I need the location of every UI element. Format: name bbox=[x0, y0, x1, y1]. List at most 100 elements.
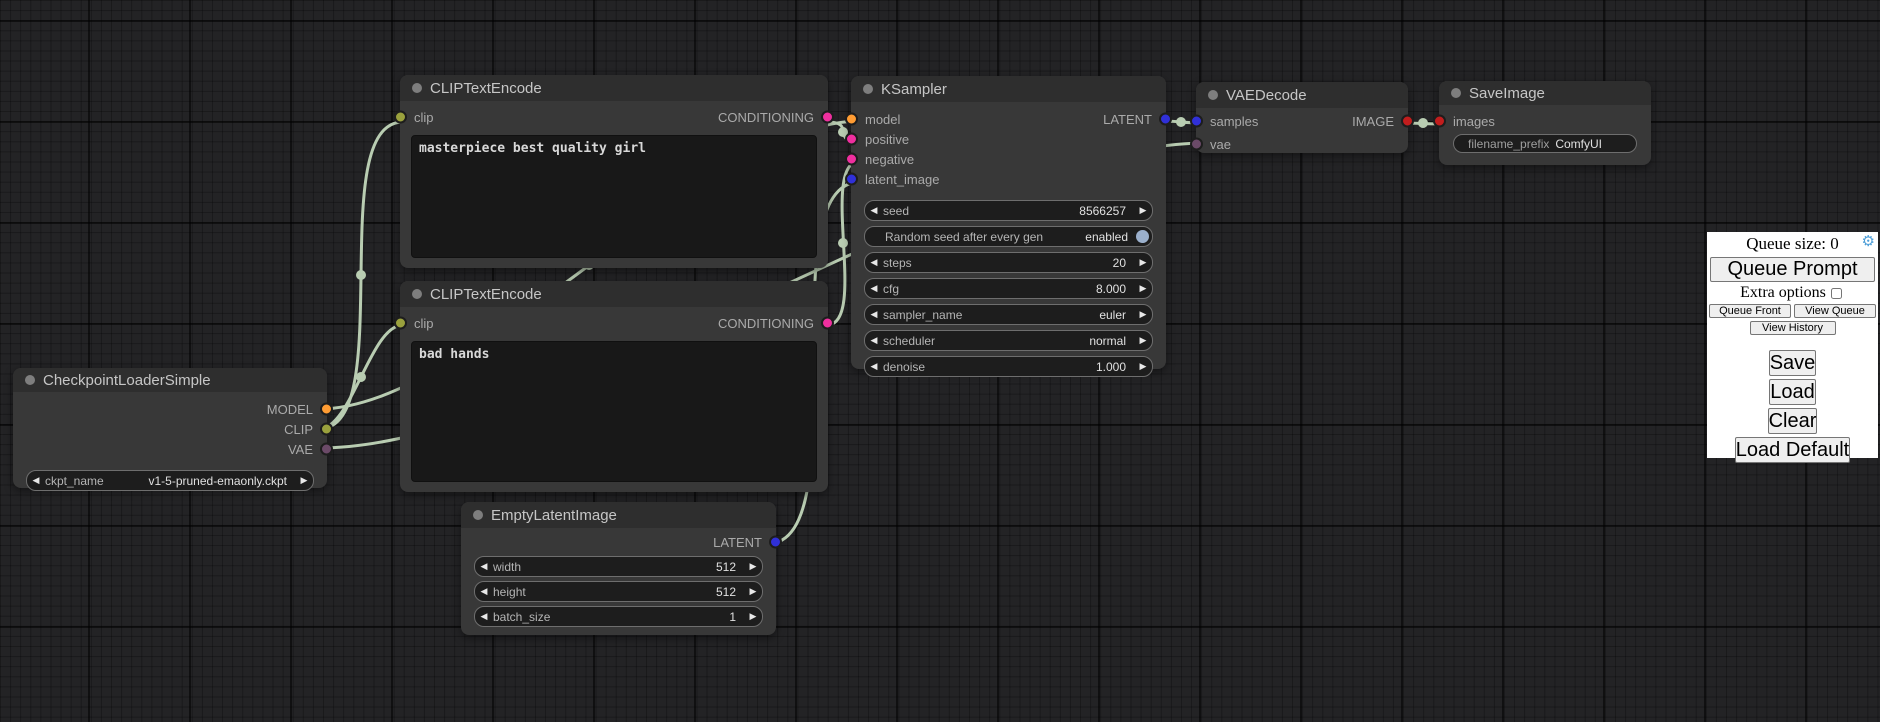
widget-label: width bbox=[493, 560, 716, 574]
node-title-bar[interactable]: SaveImage bbox=[1439, 81, 1651, 105]
input-slots: model LATENT positive negative latent_im… bbox=[851, 109, 1166, 189]
widget-label: denoise bbox=[883, 360, 1096, 374]
node-collapse-dot[interactable] bbox=[863, 84, 873, 94]
model-output-port[interactable] bbox=[320, 403, 333, 416]
node-collapse-dot[interactable] bbox=[1451, 88, 1461, 98]
queue-prompt-button[interactable]: Queue Prompt bbox=[1710, 257, 1875, 282]
increment-arrow-icon[interactable]: ▶ bbox=[1134, 284, 1152, 293]
vae-decode-node[interactable]: VAEDecode samples IMAGE vae bbox=[1196, 82, 1408, 153]
slot-row: samples IMAGE bbox=[1196, 111, 1408, 131]
slot-row: negative bbox=[851, 149, 1166, 169]
ksampler-node[interactable]: KSampler model LATENT positive negative … bbox=[851, 76, 1166, 369]
increment-arrow-icon[interactable]: ▶ bbox=[1134, 362, 1152, 371]
latent-output-port[interactable] bbox=[1159, 113, 1172, 126]
denoise-widget[interactable]: ◀ denoise 1.000 ▶ bbox=[864, 356, 1153, 377]
vae-output-port[interactable] bbox=[320, 443, 333, 456]
seed-widget[interactable]: ◀ seed 8566257 ▶ bbox=[864, 200, 1153, 221]
height-widget[interactable]: ◀ height 512 ▶ bbox=[474, 581, 763, 602]
clip-text-encode-negative-node[interactable]: CLIPTextEncode clip CONDITIONING bad han… bbox=[400, 281, 828, 492]
model-output-label: MODEL bbox=[267, 402, 313, 417]
checkpoint-loader-node[interactable]: CheckpointLoaderSimple MODEL CLIP VAE ◀ … bbox=[13, 368, 327, 488]
decrement-arrow-icon[interactable]: ◀ bbox=[865, 206, 883, 215]
settings-gear-icon[interactable]: ⚙ bbox=[1862, 235, 1875, 250]
ckpt-name-widget[interactable]: ◀ ckpt_name v1-5-pruned-emaonly.ckpt ▶ bbox=[26, 470, 314, 491]
node-title-bar[interactable]: CLIPTextEncode bbox=[400, 281, 828, 307]
scheduler-widget[interactable]: ◀ scheduler normal ▶ bbox=[864, 330, 1153, 351]
positive-prompt-textarea[interactable]: masterpiece best quality girl bbox=[411, 135, 817, 258]
clip-output-port[interactable] bbox=[320, 423, 333, 436]
images-input-port[interactable] bbox=[1433, 115, 1446, 128]
negative-prompt-textarea[interactable]: bad hands bbox=[411, 341, 817, 482]
increment-arrow-icon[interactable]: ▶ bbox=[1134, 336, 1152, 345]
load-button[interactable]: Load bbox=[1769, 379, 1816, 405]
images-input-label: images bbox=[1453, 114, 1495, 129]
decrement-arrow-icon[interactable]: ◀ bbox=[475, 587, 493, 596]
decrement-arrow-icon[interactable]: ◀ bbox=[865, 362, 883, 371]
clip-input-port[interactable] bbox=[394, 317, 407, 330]
decrement-arrow-icon[interactable]: ◀ bbox=[27, 476, 45, 485]
samples-input-port[interactable] bbox=[1190, 115, 1203, 128]
latent-output-port[interactable] bbox=[769, 536, 782, 549]
save-button[interactable]: Save bbox=[1769, 350, 1817, 376]
decrement-arrow-icon[interactable]: ◀ bbox=[865, 284, 883, 293]
slot-row: positive bbox=[851, 129, 1166, 149]
clear-button[interactable]: Clear bbox=[1768, 408, 1818, 434]
toggle-dot[interactable] bbox=[1136, 230, 1149, 243]
decrement-arrow-icon[interactable]: ◀ bbox=[475, 612, 493, 621]
view-queue-button[interactable]: View Queue bbox=[1794, 304, 1876, 318]
node-title-bar[interactable]: CheckpointLoaderSimple bbox=[13, 368, 327, 392]
filename-prefix-widget[interactable]: filename_prefix ComfyUI bbox=[1453, 134, 1637, 153]
node-title-bar[interactable]: CLIPTextEncode bbox=[400, 75, 828, 101]
decrement-arrow-icon[interactable]: ◀ bbox=[865, 258, 883, 267]
clip-text-encode-positive-node[interactable]: CLIPTextEncode clip CONDITIONING masterp… bbox=[400, 75, 828, 268]
model-input-port[interactable] bbox=[845, 113, 858, 126]
sampler-name-widget[interactable]: ◀ sampler_name euler ▶ bbox=[864, 304, 1153, 325]
increment-arrow-icon[interactable]: ▶ bbox=[744, 612, 762, 621]
vae-input-port[interactable] bbox=[1190, 138, 1203, 151]
node-title-bar[interactable]: EmptyLatentImage bbox=[461, 502, 776, 528]
width-widget[interactable]: ◀ width 512 ▶ bbox=[474, 556, 763, 577]
increment-arrow-icon[interactable]: ▶ bbox=[1134, 258, 1152, 267]
clip-output-label: CLIP bbox=[284, 422, 313, 437]
latent-image-input-port[interactable] bbox=[845, 173, 858, 186]
positive-input-port[interactable] bbox=[845, 133, 858, 146]
conditioning-output-port[interactable] bbox=[821, 111, 834, 124]
load-default-button[interactable]: Load Default bbox=[1735, 437, 1850, 463]
increment-arrow-icon[interactable]: ▶ bbox=[295, 476, 313, 485]
image-output-port[interactable] bbox=[1401, 115, 1414, 128]
clip-input-port[interactable] bbox=[394, 111, 407, 124]
latent-output-label: LATENT bbox=[713, 535, 762, 550]
widget-label: scheduler bbox=[883, 334, 1089, 348]
steps-widget[interactable]: ◀ steps 20 ▶ bbox=[864, 252, 1153, 273]
node-title-bar[interactable]: VAEDecode bbox=[1196, 82, 1408, 108]
node-title-bar[interactable]: KSampler bbox=[851, 76, 1166, 102]
extra-options-checkbox[interactable] bbox=[1831, 288, 1842, 299]
cfg-widget[interactable]: ◀ cfg 8.000 ▶ bbox=[864, 278, 1153, 299]
ksampler-widgets: ◀ seed 8566257 ▶ Random seed after every… bbox=[851, 198, 1166, 379]
increment-arrow-icon[interactable]: ▶ bbox=[744, 587, 762, 596]
queue-front-button[interactable]: Queue Front bbox=[1709, 304, 1791, 318]
node-collapse-dot[interactable] bbox=[412, 83, 422, 93]
save-image-node[interactable]: SaveImage images filename_prefix ComfyUI bbox=[1439, 81, 1651, 165]
node-collapse-dot[interactable] bbox=[25, 375, 35, 385]
decrement-arrow-icon[interactable]: ◀ bbox=[865, 310, 883, 319]
conditioning-output-port[interactable] bbox=[821, 317, 834, 330]
node-collapse-dot[interactable] bbox=[1208, 90, 1218, 100]
widget-label: filename_prefix bbox=[1468, 137, 1555, 151]
increment-arrow-icon[interactable]: ▶ bbox=[1134, 206, 1152, 215]
decrement-arrow-icon[interactable]: ◀ bbox=[865, 336, 883, 345]
queue-panel: Queue size: 0 ⚙ Queue Prompt Extra optio… bbox=[1707, 232, 1878, 458]
increment-arrow-icon[interactable]: ▶ bbox=[744, 562, 762, 571]
widget-value: 512 bbox=[716, 560, 736, 574]
node-collapse-dot[interactable] bbox=[412, 289, 422, 299]
increment-arrow-icon[interactable]: ▶ bbox=[1134, 310, 1152, 319]
view-history-button[interactable]: View History bbox=[1750, 321, 1836, 335]
random-seed-toggle-widget[interactable]: Random seed after every gen enabled bbox=[864, 226, 1153, 247]
widget-value: 1.000 bbox=[1096, 360, 1126, 374]
decrement-arrow-icon[interactable]: ◀ bbox=[475, 562, 493, 571]
widget-label: seed bbox=[883, 204, 1079, 218]
negative-input-port[interactable] bbox=[845, 153, 858, 166]
empty-latent-image-node[interactable]: EmptyLatentImage LATENT ◀ width 512 ▶ ◀ … bbox=[461, 502, 776, 635]
batch-size-widget[interactable]: ◀ batch_size 1 ▶ bbox=[474, 606, 763, 627]
node-collapse-dot[interactable] bbox=[473, 510, 483, 520]
